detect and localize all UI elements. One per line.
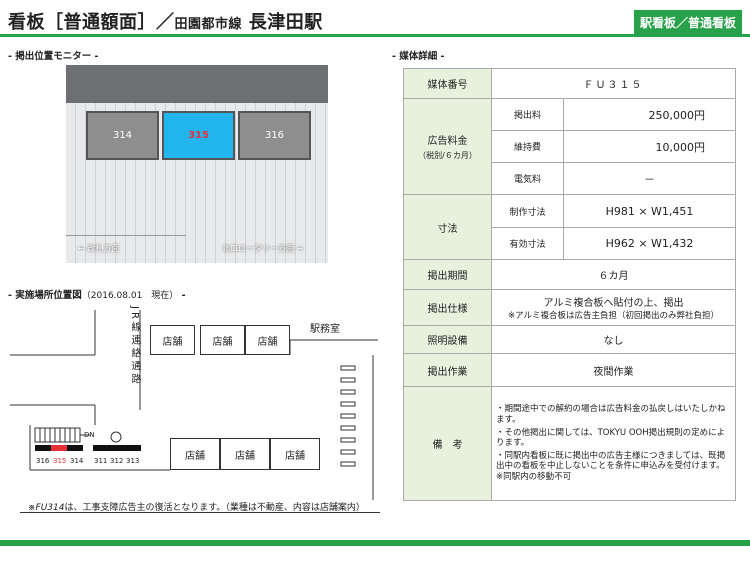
shop-4: 店舗: [170, 438, 220, 470]
media-no-value: ＦＵ３１５: [491, 68, 736, 99]
shop-3: 店舗: [245, 325, 290, 355]
monitor-section-title: - 掲出位置モニター -: [8, 51, 99, 62]
shop-2: 店舗: [200, 325, 245, 355]
work-label: 掲出作業: [403, 353, 492, 387]
spec-label: 掲出仕様: [403, 289, 492, 326]
size-row-value: H962 × W1,432: [563, 227, 736, 260]
dn-label: DN: [84, 431, 95, 439]
work-value: 夜間作業: [491, 353, 736, 387]
shop-1: 店舗: [150, 325, 195, 355]
media-details-table: 媒体番号 ＦＵ３１５ 広告料金 （税別/６カ月） 掲出料 250,000円 維持費…: [403, 68, 736, 501]
board-314: 314: [86, 111, 159, 160]
media-no-label: 媒体番号: [403, 68, 492, 99]
fee-row-label: 電気料: [491, 162, 564, 195]
fee-row-value: 10,000円: [563, 130, 736, 163]
stairs-icon: [340, 365, 356, 467]
size-row-value: H981 × W1,451: [563, 194, 736, 228]
shop-6: 店舗: [270, 438, 320, 470]
left-direction-caption: ← 改札方面: [78, 244, 120, 253]
category-badge: 駅看板／普通看板: [633, 10, 742, 35]
period-label: 掲出期間: [403, 259, 492, 290]
fee-label: 広告料金 （税別/６カ月）: [403, 98, 492, 195]
board-num-312: 312: [110, 457, 124, 465]
office-label: 駅務室: [310, 324, 340, 335]
jr-passage-label: JR線連絡通路: [129, 306, 140, 387]
light-label: 照明設備: [403, 325, 492, 354]
remarks-label: 備 考: [403, 386, 492, 501]
shop-5: 店舗: [220, 438, 270, 470]
fee-row-value: －: [563, 162, 736, 195]
fee-row-label: 維持費: [491, 130, 564, 163]
header-rule: [0, 34, 750, 37]
right-direction-caption: 北口ロータリー方面 →: [222, 244, 304, 253]
size-row-label: 制作寸法: [491, 194, 564, 228]
board-num-311: 311: [94, 457, 108, 465]
size-row-label: 有効寸法: [491, 227, 564, 260]
board-315-selected: 315: [162, 111, 235, 160]
location-photo: 314 315 316 ← 改札方面 北口ロータリー方面 →: [66, 65, 328, 263]
board-num-313: 313: [126, 457, 140, 465]
spec-value: アルミ複合板へ貼付の上、掲出 ※アルミ複合板は広告主負担（初回掲出のみ弊社負担）: [491, 289, 736, 326]
period-value: ６カ月: [491, 259, 736, 290]
note-underline: [20, 512, 380, 513]
board-num-315: 315: [53, 457, 67, 465]
fee-row-value: 250,000円: [563, 98, 736, 131]
remarks-value: ・期間途中での解約の場合は広告料金の払戻しはいたしかねます。 ・その他掲出に関し…: [491, 386, 736, 501]
map-section-title: - 実施場所位置図（2016.08.01 現在） -: [8, 290, 186, 301]
site-map: JR線連絡通路 駅務室 店舗 店舗 店舗 店舗 店舗 店舗 DN 316 315…: [10, 300, 380, 530]
board-num-314: 314: [70, 457, 84, 465]
page-title: 看板［普通額面］／田園都市線 長津田駅: [8, 12, 323, 33]
escalator-icon: [34, 427, 90, 443]
light-value: なし: [491, 325, 736, 354]
size-label: 寸法: [403, 194, 492, 260]
details-section-title: - 媒体詳細 -: [392, 51, 445, 62]
board-316: 316: [238, 111, 311, 160]
fee-row-label: 掲出料: [491, 98, 564, 131]
board-num-316: 316: [36, 457, 50, 465]
footer-rule: [0, 540, 750, 546]
